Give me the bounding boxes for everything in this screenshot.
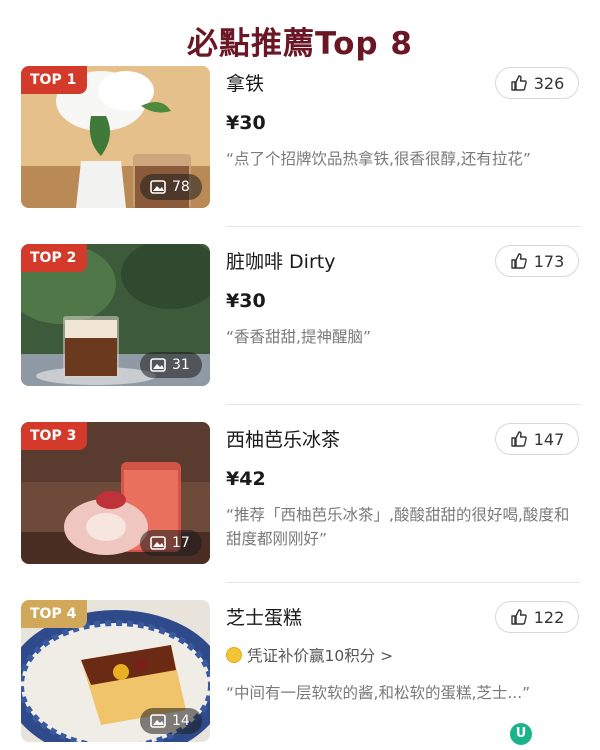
like-count: 147	[533, 429, 565, 449]
like-button[interactable]: 122	[495, 601, 579, 633]
photo-count[interactable]: 31	[140, 352, 202, 378]
voucher-text: 凭证补价赢10积分 >	[247, 647, 394, 665]
like-count: 326	[533, 73, 565, 93]
photo-count-value: 17	[172, 535, 190, 551]
item-photo[interactable]: TOP 2 31	[21, 244, 210, 386]
list-item[interactable]: TOP 3 17 西柚芭乐冰茶 ¥42 “推荐「西柚芭乐冰茶」,酸酸甜甜的很好喝…	[0, 422, 600, 572]
item-price: ¥30	[226, 290, 266, 312]
like-button[interactable]: 147	[495, 423, 579, 455]
rank-badge: TOP 4	[21, 600, 88, 628]
item-name[interactable]: 芝士蛋糕	[226, 603, 302, 630]
app-logo-icon: U	[510, 723, 532, 745]
item-photo[interactable]: TOP 3 17	[21, 422, 210, 564]
item-name[interactable]: 西柚芭乐冰茶	[226, 425, 340, 452]
list-item[interactable]: TOP 1 78 拿铁 ¥30 “点了个招牌饮品热拿铁,很香很醇,还有拉花” 3…	[0, 66, 600, 216]
image-icon	[150, 180, 166, 194]
thumbs-up-icon	[511, 253, 527, 269]
photo-count[interactable]: 78	[140, 174, 202, 200]
item-name[interactable]: 拿铁	[226, 69, 264, 96]
voucher-link[interactable]: 凭证补价赢10积分 >	[226, 644, 393, 666]
photo-count-value: 78	[172, 179, 190, 195]
thumbs-up-icon	[511, 431, 527, 447]
image-icon	[150, 358, 166, 372]
photo-count[interactable]: 14	[140, 708, 202, 734]
item-price: ¥42	[226, 468, 266, 490]
rank-badge: TOP 1	[21, 66, 88, 94]
item-photo[interactable]: TOP 4 14	[21, 600, 210, 742]
photo-count-value: 31	[172, 357, 190, 373]
page-title: 必點推薦Top 8	[187, 26, 413, 62]
like-button[interactable]: 173	[495, 245, 579, 277]
like-count: 173	[533, 251, 565, 271]
photo-count-value: 14	[172, 713, 190, 729]
image-icon	[150, 714, 166, 728]
item-photo[interactable]: TOP 1 78	[21, 66, 210, 208]
divider	[226, 404, 580, 405]
like-button[interactable]: 326	[495, 67, 579, 99]
list-item[interactable]: TOP 4 14 芝士蛋糕 凭证补价赢10积分 > “中间有一层软软的酱,和松软…	[0, 600, 600, 750]
like-count: 122	[533, 607, 565, 627]
divider	[226, 226, 580, 227]
item-review: “中间有一层软软的酱,和松软的蛋糕,芝士...”	[226, 684, 531, 702]
item-review: “点了个招牌饮品热拿铁,很香很醇,还有拉花”	[226, 150, 531, 168]
list-item[interactable]: TOP 2 31 脏咖啡 Dirty ¥30 “香香甜甜,提神醒脑” 173	[0, 244, 600, 394]
rank-badge: TOP 3	[21, 422, 88, 450]
coin-icon	[226, 647, 242, 663]
thumbs-up-icon	[511, 609, 527, 625]
thumbs-up-icon	[511, 75, 527, 91]
item-review: “香香甜甜,提神醒脑”	[226, 328, 371, 346]
item-review: “推荐「西柚芭乐冰茶」,酸酸甜甜的很好喝,酸度和甜度都刚刚好”	[226, 506, 570, 548]
rank-badge: TOP 2	[21, 244, 88, 272]
photo-count[interactable]: 17	[140, 530, 202, 556]
divider	[226, 582, 580, 583]
item-name[interactable]: 脏咖啡 Dirty	[226, 247, 335, 274]
item-price: ¥30	[226, 112, 266, 134]
image-icon	[150, 536, 166, 550]
